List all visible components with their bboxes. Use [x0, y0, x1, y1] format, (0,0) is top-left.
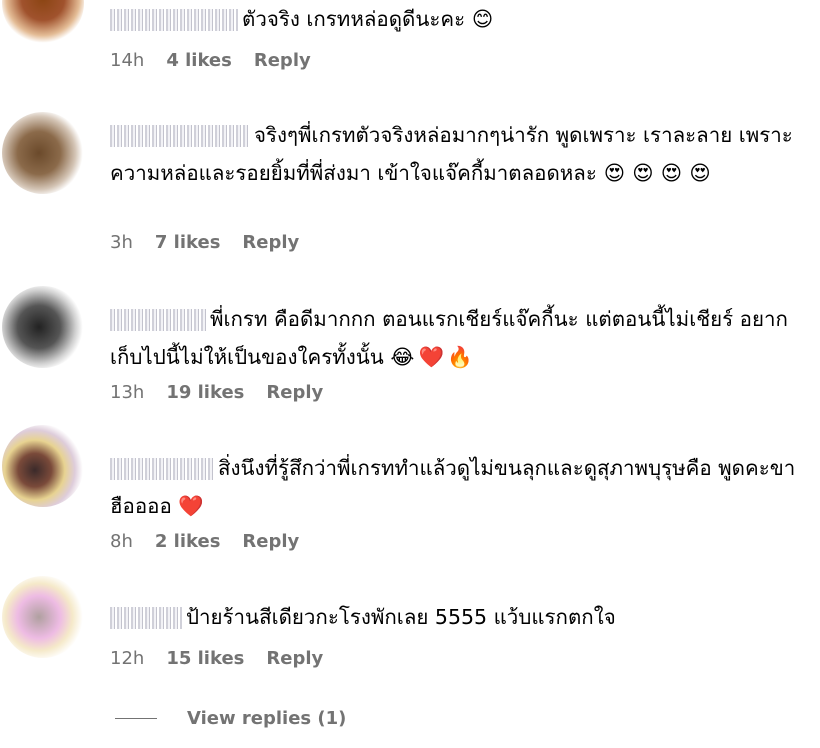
- blurred-username[interactable]: [110, 607, 182, 629]
- avatar[interactable]: [2, 112, 84, 194]
- heart-eyes-emoji: 😍: [660, 161, 683, 185]
- comment-meta: 8h 2 likes Reply: [110, 531, 299, 552]
- comment-meta: 14h 4 likes Reply: [110, 50, 311, 71]
- likes-count[interactable]: 19 likes: [166, 382, 244, 403]
- reply-button[interactable]: Reply: [254, 50, 311, 71]
- comment-text: พี่เกรท คือดีมากกก ตอนแรกเชียร์แจ๊คกี้นะ…: [110, 300, 810, 376]
- comment-text: ตัวจริง เกรทหล่อดูดีนะคะ 😊: [110, 0, 810, 38]
- avatar[interactable]: [2, 425, 84, 507]
- timestamp: 8h: [110, 531, 133, 552]
- divider-line: [115, 718, 157, 719]
- avatar[interactable]: [2, 576, 84, 658]
- avatar[interactable]: [2, 286, 84, 368]
- comment-text: สิ่งนึงที่รู้สึกว่าพี่เกรททำแล้วดูไม่ขนล…: [110, 449, 810, 525]
- timestamp: 13h: [110, 382, 145, 403]
- comment-meta: 12h 15 likes Reply: [110, 648, 323, 669]
- blurred-username[interactable]: [110, 458, 214, 480]
- reply-button[interactable]: Reply: [266, 648, 323, 669]
- comment-text: ป้ายร้านสีเดียวกะโรงพักเลย 5555 แว้บแรกต…: [110, 598, 810, 636]
- timestamp: 12h: [110, 648, 145, 669]
- comment-text: จริงๆพี่เกรทตัวจริงหล่อมากๆน่ารัก พูดเพร…: [110, 116, 810, 192]
- blurred-username[interactable]: [110, 125, 250, 147]
- reply-button[interactable]: Reply: [242, 232, 299, 253]
- blurred-username[interactable]: [110, 9, 238, 31]
- heart-eyes-emoji: 😍: [689, 161, 711, 185]
- fire-icon: 🔥: [447, 345, 473, 369]
- laughing-emoji: 😂: [390, 345, 415, 369]
- likes-count[interactable]: 15 likes: [166, 648, 244, 669]
- blurred-username[interactable]: [110, 309, 206, 331]
- heart-icon: ❤️: [418, 345, 445, 369]
- heart-eyes-emoji: 😍: [632, 161, 654, 185]
- smiling-face-emoji: 😊: [471, 7, 494, 31]
- view-replies-button[interactable]: View replies (1): [115, 708, 346, 729]
- view-replies-label: View replies (1): [187, 708, 347, 729]
- timestamp: 14h: [110, 50, 145, 71]
- comment-meta: 3h 7 likes Reply: [110, 232, 299, 253]
- reply-button[interactable]: Reply: [242, 531, 299, 552]
- timestamp: 3h: [110, 232, 133, 253]
- avatar[interactable]: [2, 0, 84, 44]
- likes-count[interactable]: 2 likes: [155, 531, 221, 552]
- likes-count[interactable]: 7 likes: [155, 232, 221, 253]
- heart-eyes-emoji: 😍: [603, 161, 626, 185]
- reply-button[interactable]: Reply: [266, 382, 323, 403]
- likes-count[interactable]: 4 likes: [166, 50, 232, 71]
- heart-icon: ❤️: [178, 494, 204, 518]
- comment-meta: 13h 19 likes Reply: [110, 382, 323, 403]
